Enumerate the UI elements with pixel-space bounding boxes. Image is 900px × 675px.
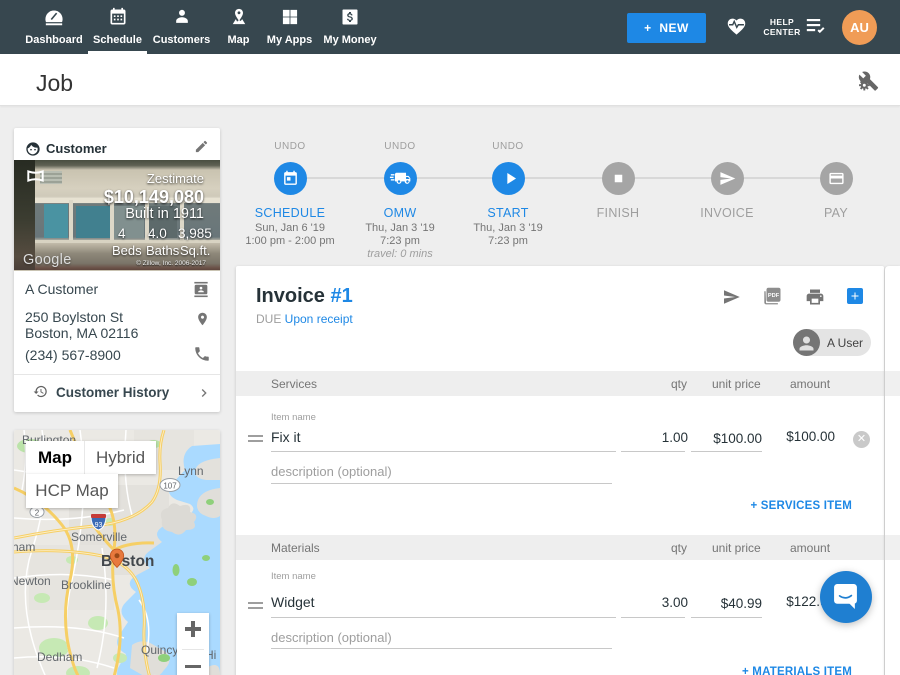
svg-text:Dedham: Dedham xyxy=(37,650,82,664)
svg-text:2: 2 xyxy=(35,509,40,518)
svg-text:107: 107 xyxy=(163,482,177,491)
svg-text:Lynn: Lynn xyxy=(178,464,204,478)
svg-text:93: 93 xyxy=(95,522,103,529)
svg-text:Somerville: Somerville xyxy=(71,530,127,544)
svg-text:PDF: PDF xyxy=(768,293,780,299)
svg-text:Quincy: Quincy xyxy=(141,643,178,657)
svg-text:ham: ham xyxy=(14,540,35,554)
svg-text:Newton: Newton xyxy=(14,574,51,588)
svg-text:Boston: Boston xyxy=(101,553,154,570)
svg-text:Brookline: Brookline xyxy=(61,578,111,592)
